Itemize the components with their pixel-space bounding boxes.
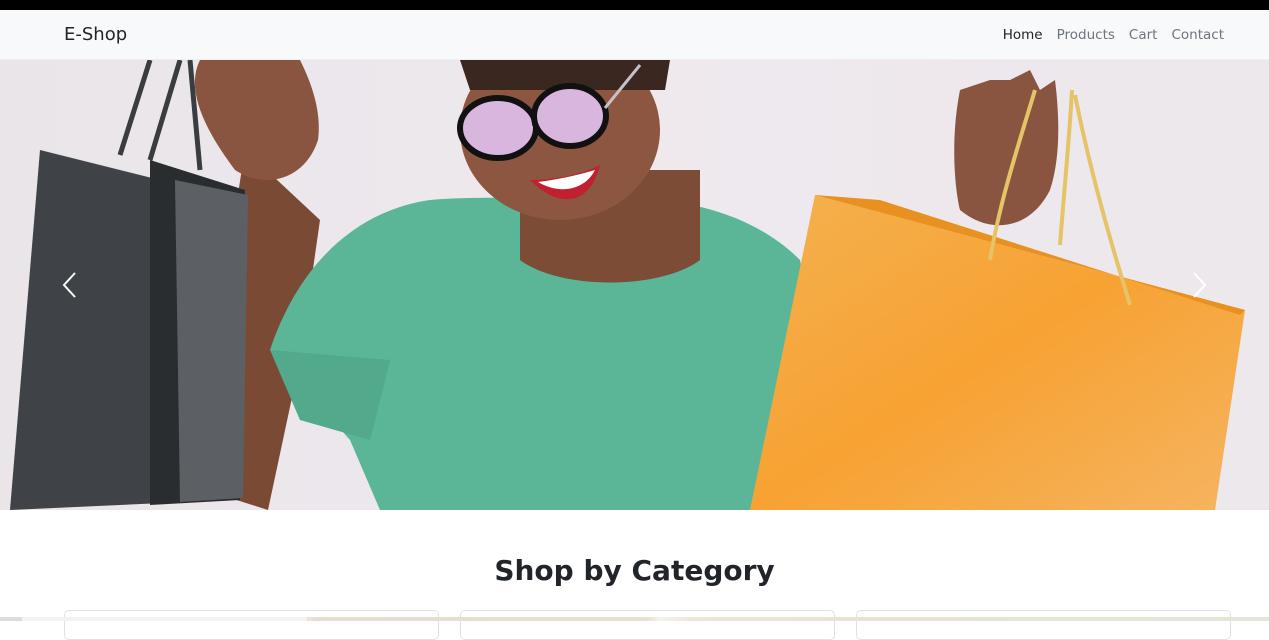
category-card[interactable] [64,610,439,640]
nav-link-cart[interactable]: Cart [1129,27,1158,43]
nav-link-products[interactable]: Products [1057,27,1115,43]
hero-image [0,60,1269,510]
navbar: E-Shop Home Products Cart Contact [0,10,1269,60]
nav-link-home[interactable]: Home [1003,27,1043,43]
hero-carousel [0,60,1269,510]
category-image-edge [22,617,307,621]
carousel-prev-button[interactable] [0,60,140,510]
category-section-title: Shop by Category [494,554,775,587]
chevron-right-icon [1193,272,1207,298]
chevron-left-icon [62,272,76,298]
brand-logo[interactable]: E-Shop [64,24,127,45]
category-card[interactable] [460,610,835,640]
nav-link-contact[interactable]: Contact [1171,27,1224,43]
nav-links: Home Products Cart Contact [1003,27,1224,43]
category-card[interactable] [856,610,1231,640]
browser-top-edge [0,0,1269,10]
carousel-next-button[interactable] [1129,60,1269,510]
